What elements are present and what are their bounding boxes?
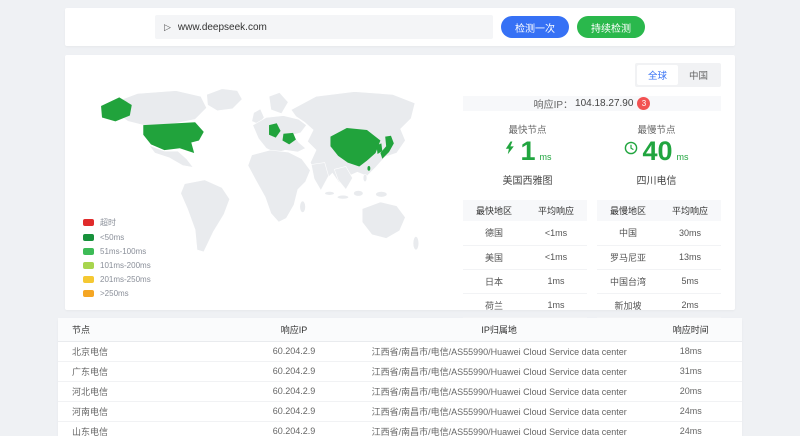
map-region-india bbox=[311, 163, 328, 191]
response-ip-bar: 响应IP： 104.18.27.90 3 bbox=[463, 96, 721, 111]
slowest-regions-table: 最慢地区 平均响应 中国30ms 罗马尼亚13ms 中国台湾5ms 新加坡2ms bbox=[597, 200, 721, 318]
table-row: 北京电信 60.204.2.9 江西省/南昌市/电信/AS55990/Huawe… bbox=[58, 341, 742, 361]
lightning-icon bbox=[503, 141, 516, 165]
url-input-wrap[interactable]: ▷ bbox=[155, 15, 493, 39]
legend-swatch bbox=[83, 262, 94, 269]
table-row: 日本1ms bbox=[463, 269, 587, 293]
map-region-greenland bbox=[207, 89, 243, 111]
table-row: 山东电信 60.204.2.9 江西省/南昌市/电信/AS55990/Huawe… bbox=[58, 421, 742, 436]
tab-global[interactable]: 全球 bbox=[637, 65, 678, 85]
slowest-node-stat: 最慢节点 40 ms 四川电信 bbox=[592, 122, 721, 187]
map-region-south-america bbox=[181, 180, 230, 252]
scope-tabs: 全球 中国 bbox=[635, 63, 721, 87]
map-region-sumatra bbox=[325, 191, 335, 195]
node-table-header-time: 响应时间 bbox=[639, 318, 742, 341]
map-region-madagascar bbox=[300, 201, 306, 213]
url-input[interactable] bbox=[178, 22, 484, 33]
map-region-java bbox=[337, 195, 349, 199]
slowest-regions-header: 平均响应 bbox=[659, 200, 721, 221]
ip-count-badge[interactable]: 3 bbox=[637, 97, 650, 110]
table-row: 美国<1ms bbox=[463, 245, 587, 269]
map-region-scandinavia bbox=[269, 93, 288, 114]
table-row: 德国<1ms bbox=[463, 221, 587, 245]
slowest-node-location: 四川电信 bbox=[592, 172, 721, 187]
map-region-philippines bbox=[363, 174, 367, 182]
legend-item: 201ms-250ms bbox=[83, 275, 151, 284]
play-icon: ▷ bbox=[164, 22, 171, 33]
world-map: 超时 <50ms 51ms-100ms 101ms-200ms 201ms-25… bbox=[79, 81, 461, 300]
map-region-new-zealand bbox=[413, 237, 419, 250]
legend-item: <50ms bbox=[83, 233, 151, 242]
node-table-card: 节点 响应IP IP归属地 响应时间 北京电信 60.204.2.9 江西省/南… bbox=[58, 318, 742, 436]
fastest-regions-header: 平均响应 bbox=[525, 200, 587, 221]
node-table-header-location: IP归属地 bbox=[359, 318, 639, 341]
check-once-button[interactable]: 检测一次 bbox=[501, 16, 569, 38]
legend-swatch bbox=[83, 219, 94, 226]
continuous-check-button[interactable]: 持续检测 bbox=[577, 16, 645, 38]
fastest-node-location: 美国西雅图 bbox=[463, 172, 592, 187]
node-table-header-ip: 响应IP bbox=[229, 318, 359, 341]
map-legend: 超时 <50ms 51ms-100ms 101ms-200ms 201ms-25… bbox=[83, 217, 151, 303]
slowest-node-value: 40 bbox=[642, 138, 672, 165]
map-country-taiwan bbox=[367, 166, 370, 171]
slowest-regions-header: 最慢地区 bbox=[597, 200, 659, 221]
fastest-node-value: 1 bbox=[520, 138, 535, 165]
legend-swatch bbox=[83, 234, 94, 241]
result-overview-card: 超时 <50ms 51ms-100ms 101ms-200ms 201ms-25… bbox=[65, 55, 735, 310]
table-row: 河北电信 60.204.2.9 江西省/南昌市/电信/AS55990/Huawe… bbox=[58, 381, 742, 401]
node-table-header-node: 节点 bbox=[58, 318, 229, 341]
node-table: 节点 响应IP IP归属地 响应时间 北京电信 60.204.2.9 江西省/南… bbox=[58, 318, 742, 436]
legend-item: >250ms bbox=[83, 289, 151, 298]
response-ip-label: 响应IP： bbox=[534, 96, 573, 111]
response-ip-value: 104.18.27.90 bbox=[575, 98, 633, 109]
table-row: 广东电信 60.204.2.9 江西省/南昌市/电信/AS55990/Huawe… bbox=[58, 361, 742, 381]
table-row: 中国30ms bbox=[597, 221, 721, 245]
legend-swatch bbox=[83, 290, 94, 297]
legend-swatch bbox=[83, 276, 94, 283]
map-region-borneo bbox=[354, 190, 364, 196]
clock-icon bbox=[624, 141, 638, 165]
table-row: 罗马尼亚13ms bbox=[597, 245, 721, 269]
fastest-regions-header: 最快地区 bbox=[463, 200, 525, 221]
fastest-node-unit: ms bbox=[540, 152, 552, 165]
search-bar: ▷ 检测一次 持续检测 bbox=[65, 8, 735, 46]
fastest-node-stat: 最快节点 1 ms 美国西雅图 bbox=[463, 122, 592, 187]
map-region-europe bbox=[253, 116, 307, 153]
slowest-node-label: 最慢节点 bbox=[592, 122, 721, 136]
node-stats: 最快节点 1 ms 美国西雅图 最慢节点 bbox=[463, 122, 721, 187]
map-region-australia bbox=[362, 202, 405, 238]
legend-swatch bbox=[83, 248, 94, 255]
table-row: 河南电信 60.204.2.9 江西省/南昌市/电信/AS55990/Huawe… bbox=[58, 401, 742, 421]
table-row: 中国台湾5ms bbox=[597, 269, 721, 293]
speed-test-page: ▷ 检测一次 持续检测 bbox=[0, 0, 800, 436]
legend-item: 101ms-200ms bbox=[83, 261, 151, 270]
legend-item: 超时 bbox=[83, 217, 151, 228]
map-region-new-guinea bbox=[376, 191, 388, 197]
table-row: 荷兰1ms bbox=[463, 293, 587, 317]
legend-item: 51ms-100ms bbox=[83, 247, 151, 256]
table-row: 新加坡2ms bbox=[597, 293, 721, 317]
tab-china[interactable]: 中国 bbox=[678, 65, 719, 85]
slowest-node-unit: ms bbox=[677, 152, 689, 165]
fastest-regions-table: 最快地区 平均响应 德国<1ms 美国<1ms 日本1ms 荷兰1ms bbox=[463, 200, 587, 318]
summary-panel: 全球 中国 响应IP： 104.18.27.90 3 最快节点 1 ms bbox=[463, 63, 721, 300]
fastest-node-label: 最快节点 bbox=[463, 122, 592, 136]
